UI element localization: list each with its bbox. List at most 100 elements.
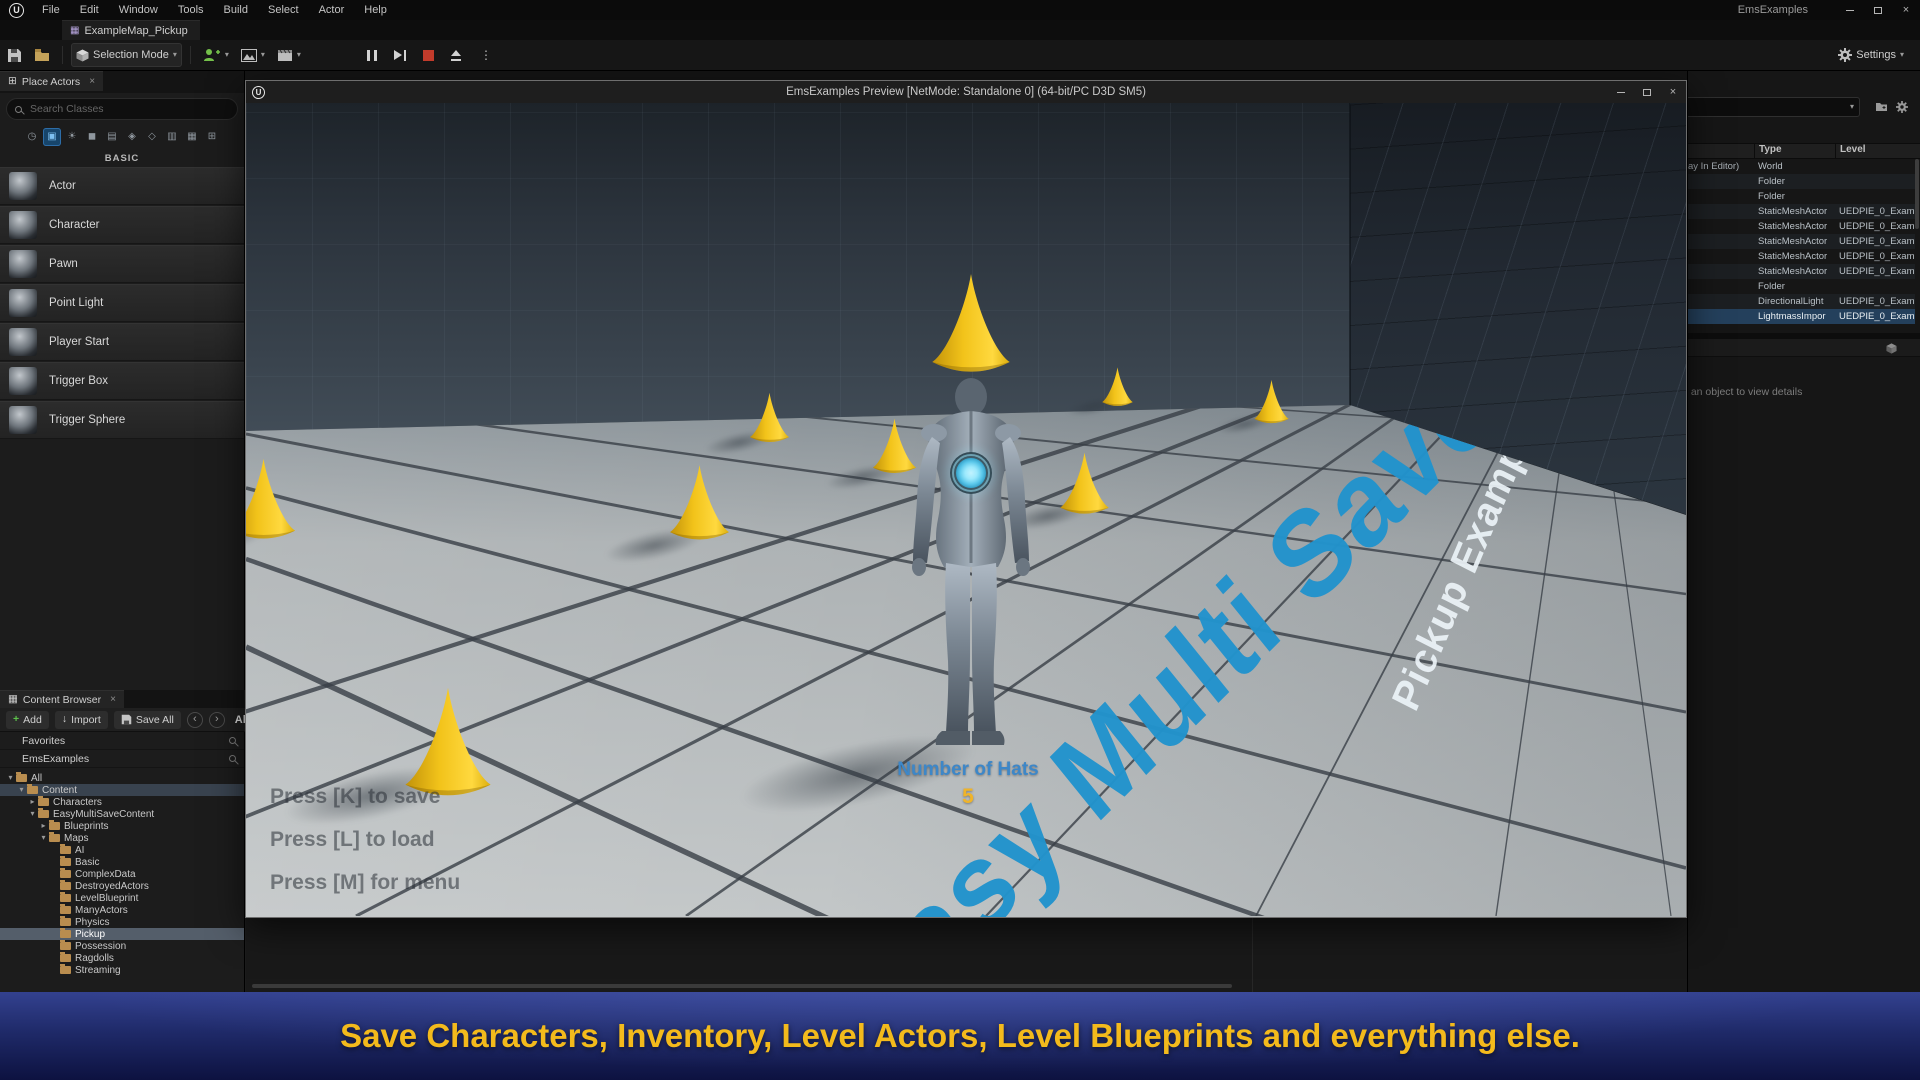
tree-item-physics[interactable]: Physics	[0, 916, 244, 928]
menu-select[interactable]: Select	[258, 0, 309, 20]
import-button[interactable]: ↓ Import	[55, 711, 108, 729]
placeable-point-light[interactable]: Point Light	[0, 284, 244, 322]
save-all-button[interactable]: Save All	[114, 711, 181, 729]
outliner-settings-icon[interactable]	[1894, 99, 1909, 114]
outliner-row[interactable]: StaticMeshActorUEDPIE_0_Exam	[1688, 204, 1915, 219]
all-classes-category-icon[interactable]: ⊞	[203, 128, 221, 146]
placeable-character[interactable]: Character	[0, 206, 244, 244]
tree-item-maps[interactable]: ▾Maps	[0, 832, 244, 844]
menu-actor[interactable]: Actor	[309, 0, 355, 20]
menu-window[interactable]: Window	[109, 0, 168, 20]
cinematics-button[interactable]: ▾	[273, 43, 305, 67]
placeable-actor[interactable]: Actor	[0, 167, 244, 205]
maximize-button[interactable]	[1864, 0, 1892, 20]
outliner-row[interactable]: ay In Editor)World	[1688, 159, 1915, 174]
placeable-trigger-box[interactable]: Trigger Box	[0, 362, 244, 400]
tree-item-ai[interactable]: AI	[0, 844, 244, 856]
tree-item-all[interactable]: ▾All	[0, 772, 244, 784]
menu-build[interactable]: Build	[214, 0, 258, 20]
search-icon[interactable]	[229, 755, 236, 762]
tab-content-browser[interactable]: ▦ Content Browser ×	[0, 690, 124, 708]
column-level[interactable]: Level	[1835, 144, 1920, 158]
tree-item-levelblueprint[interactable]: LevelBlueprint	[0, 892, 244, 904]
close-button[interactable]: ×	[1892, 0, 1920, 20]
search-classes-input[interactable]	[28, 102, 208, 116]
outliner-row[interactable]: StaticMeshActorUEDPIE_0_Exam	[1688, 249, 1915, 264]
frame-step-button[interactable]	[388, 43, 412, 67]
search-icon	[15, 106, 22, 113]
column-type[interactable]: Type	[1754, 144, 1835, 158]
shapes-category-icon[interactable]: ◼	[83, 128, 101, 146]
geometry-category-icon[interactable]: ◇	[143, 128, 161, 146]
collection-section[interactable]: EmsExamples	[0, 750, 244, 768]
outliner-row[interactable]: DirectionalLightUEDPIE_0_Exam	[1688, 294, 1915, 309]
minimize-button[interactable]	[1836, 0, 1864, 20]
placeable-pawn[interactable]: Pawn	[0, 245, 244, 283]
eject-button[interactable]	[444, 43, 468, 67]
menu-tools[interactable]: Tools	[168, 0, 214, 20]
tree-item-characters[interactable]: ▸Characters	[0, 796, 244, 808]
horizontal-scrollbar[interactable]	[252, 984, 1232, 988]
folder-icon	[60, 858, 71, 866]
game-viewport[interactable]: Easy Multi Save Pickup Example	[246, 103, 1686, 917]
outliner-row[interactable]: Folder	[1688, 189, 1915, 204]
outliner-row[interactable]: Folder	[1688, 174, 1915, 189]
outliner-row[interactable]: StaticMeshActorUEDPIE_0_Exam	[1688, 234, 1915, 249]
add-button[interactable]: + Add	[6, 711, 49, 729]
basic-category-icon[interactable]: ▣	[43, 128, 61, 146]
outliner-row[interactable]: LightmassImporUEDPIE_0_Exam	[1688, 309, 1915, 324]
folder-icon	[60, 930, 71, 938]
favorites-section[interactable]: Favorites	[0, 732, 244, 750]
add-actor-button[interactable]: ▾	[199, 43, 233, 67]
visual-effects-category-icon[interactable]: ◈	[123, 128, 141, 146]
pause-button[interactable]	[360, 43, 384, 67]
tree-item-possession[interactable]: Possession	[0, 940, 244, 952]
play-options-button[interactable]: ⋮	[472, 43, 500, 67]
volumes-category-icon[interactable]: ▥	[163, 128, 181, 146]
tree-item-basic[interactable]: Basic	[0, 856, 244, 868]
outliner-row[interactable]: StaticMeshActorUEDPIE_0_Exam	[1688, 264, 1915, 279]
preview-close-button[interactable]: ×	[1660, 82, 1686, 102]
placeable-player-start[interactable]: Player Start	[0, 323, 244, 361]
save-button[interactable]	[2, 43, 26, 67]
new-folder-icon[interactable]	[1874, 99, 1889, 114]
lights-category-icon[interactable]: ☀	[63, 128, 81, 146]
close-icon[interactable]: ×	[89, 77, 95, 87]
recently-placed-icon[interactable]: ◷	[23, 128, 41, 146]
preview-minimize-button[interactable]	[1608, 82, 1634, 102]
tree-item-destroyedactors[interactable]: DestroyedActors	[0, 880, 244, 892]
place-actors-tab-bar: ⊞ Place Actors ×	[0, 71, 244, 93]
banner-text: Save Characters, Inventory, Level Actors…	[340, 1017, 1580, 1055]
tree-item-manyactors[interactable]: ManyActors	[0, 904, 244, 916]
outliner-row[interactable]: StaticMeshActorUEDPIE_0_Exam	[1688, 219, 1915, 234]
editor-modes-button[interactable]: ▾	[237, 43, 269, 67]
tab-level-examplemap-pickup[interactable]: ▦ ExampleMap_Pickup	[62, 20, 200, 40]
placeable-trigger-sphere[interactable]: Trigger Sphere	[0, 401, 244, 439]
tree-item-pickup[interactable]: Pickup	[0, 928, 244, 940]
selection-mode-dropdown[interactable]: Selection Mode ▾	[71, 43, 182, 67]
tree-item-blueprints[interactable]: ▸Blueprints	[0, 820, 244, 832]
search-icon[interactable]	[229, 737, 236, 744]
stop-button[interactable]	[416, 43, 440, 67]
tree-item-easymultisavecontent[interactable]: ▾EasyMultiSaveContent	[0, 808, 244, 820]
forward-button[interactable]: ›	[209, 712, 225, 728]
details-cube-icon[interactable]	[1884, 341, 1898, 355]
outliner-row[interactable]: Folder	[1688, 279, 1915, 294]
back-button[interactable]: ‹	[187, 712, 203, 728]
vertical-scrollbar[interactable]	[1915, 159, 1919, 229]
tree-item-content[interactable]: ▾Content	[0, 784, 244, 796]
menu-edit[interactable]: Edit	[70, 0, 109, 20]
cinematic-category-icon[interactable]: ▤	[103, 128, 121, 146]
tab-place-actors[interactable]: ⊞ Place Actors ×	[0, 71, 103, 91]
preview-maximize-button[interactable]	[1634, 82, 1660, 102]
close-icon[interactable]: ×	[110, 695, 116, 705]
outliner-filter-box[interactable]: ▾	[1687, 97, 1860, 117]
menu-file[interactable]: File	[32, 0, 70, 20]
settings-dropdown[interactable]: Settings ▾	[1834, 43, 1908, 67]
tree-item-streaming[interactable]: Streaming	[0, 964, 244, 976]
menu-help[interactable]: Help	[354, 0, 397, 20]
media-category-icon[interactable]: ▦	[183, 128, 201, 146]
tree-item-ragdolls[interactable]: Ragdolls	[0, 952, 244, 964]
tree-item-complexdata[interactable]: ComplexData	[0, 868, 244, 880]
preview-title-bar[interactable]: EmsExamples Preview [NetMode: Standalone…	[246, 81, 1686, 103]
